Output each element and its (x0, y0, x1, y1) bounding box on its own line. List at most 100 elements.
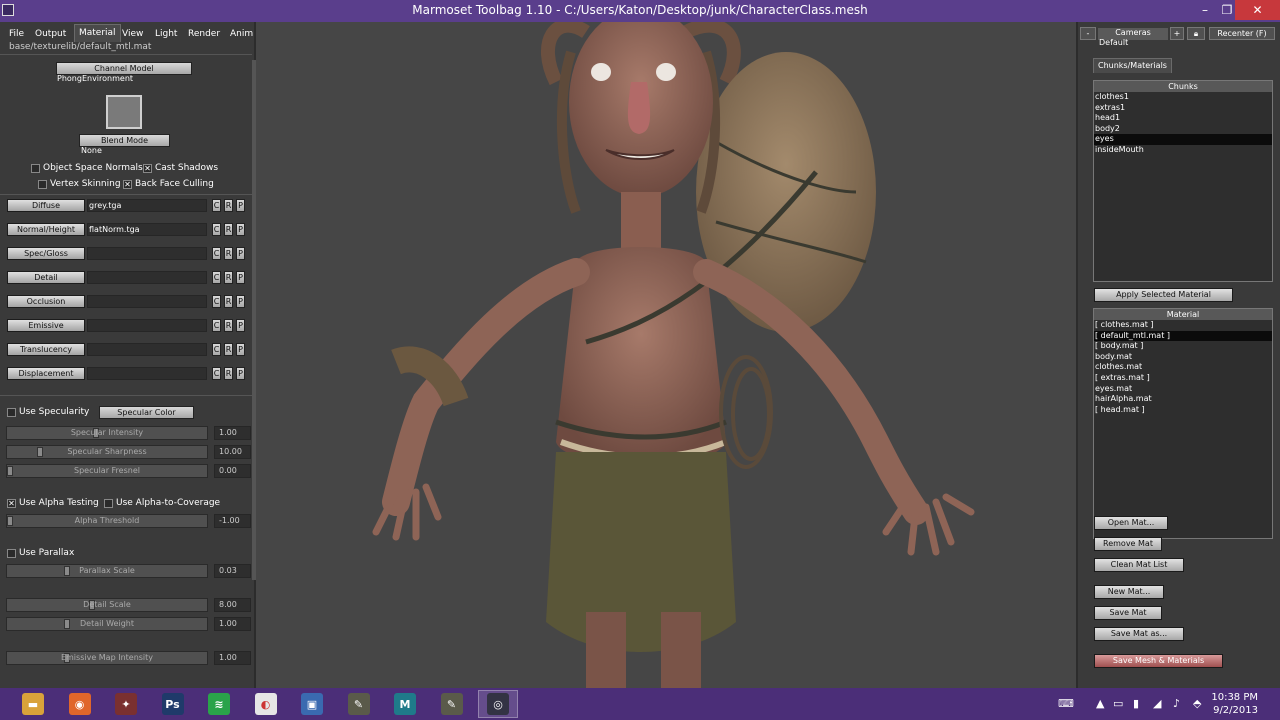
object-space-normals-checkbox[interactable]: Object Space Normals (31, 162, 143, 174)
material-item[interactable]: eyes.mat (1094, 384, 1272, 395)
chunk-item[interactable]: eyes (1094, 134, 1272, 145)
apply-selected-material-button[interactable]: Apply Selected Material (1094, 288, 1233, 302)
spec-gloss-r-button[interactable]: R (224, 247, 233, 260)
material-preview-swatch[interactable] (106, 95, 142, 129)
displacement-p-button[interactable]: P (236, 367, 245, 380)
diffuse-slot-button[interactable]: Diffuse (7, 199, 85, 212)
translucency-r-button[interactable]: R (224, 343, 233, 356)
slider-thumb[interactable] (7, 466, 13, 476)
diffuse-p-button[interactable]: P (236, 199, 245, 212)
emissive-p-button[interactable]: P (236, 319, 245, 332)
menu-anim[interactable]: Anim (230, 26, 253, 42)
detail-texture-field[interactable] (87, 271, 207, 284)
use-parallax-checkbox[interactable]: Use Parallax (7, 547, 74, 559)
camera-prev-button[interactable]: - (1080, 27, 1096, 40)
emissive-map-intensity-value[interactable]: 1.00 (214, 651, 251, 665)
dropbox-icon[interactable]: ⬘ (1193, 697, 1201, 710)
taskbar-remote-desktop[interactable]: ▣ (292, 690, 332, 718)
specular-sharpness-value[interactable]: 10.00 (214, 445, 251, 459)
chunk-item[interactable]: clothes1 (1094, 92, 1272, 103)
translucency-c-button[interactable]: C (212, 343, 221, 356)
spec-gloss-texture-field[interactable] (87, 247, 207, 260)
material-item[interactable]: clothes.mat (1094, 362, 1272, 373)
network-icon[interactable]: ◢ (1153, 697, 1161, 710)
specular-color-button[interactable]: Specular Color (99, 406, 194, 419)
chunk-item[interactable]: body2 (1094, 124, 1272, 135)
specular-fresnel-value[interactable]: 0.00 (214, 464, 251, 478)
back-face-culling-checkbox[interactable]: ✕ Back Face Culling (123, 178, 214, 190)
emissive-r-button[interactable]: R (224, 319, 233, 332)
emissive-texture-field[interactable] (87, 319, 207, 332)
use-alpha-to-coverage-checkbox[interactable]: Use Alpha-to-Coverage (104, 497, 220, 509)
normal-height-p-button[interactable]: P (236, 223, 245, 236)
spec-gloss-c-button[interactable]: C (212, 247, 221, 260)
menu-render[interactable]: Render (188, 26, 220, 42)
tab-chunks-materials[interactable]: Chunks/Materials (1093, 58, 1172, 73)
taskbar-marmoset-toolbag[interactable]: ◎ (478, 690, 518, 718)
taskbar-maya[interactable]: M (385, 690, 425, 718)
3d-viewport[interactable] (256, 22, 1076, 688)
displacement-slot-button[interactable]: Displacement (7, 367, 85, 380)
diffuse-c-button[interactable]: C (212, 199, 221, 212)
menu-light[interactable]: Light (155, 26, 177, 42)
slider-thumb[interactable] (64, 619, 70, 629)
specular-intensity-slider[interactable]: Specular Intensity (6, 426, 208, 440)
translucency-texture-field[interactable] (87, 343, 207, 356)
use-alpha-testing-checkbox[interactable]: ✕ Use Alpha Testing (7, 497, 99, 509)
displacement-texture-field[interactable] (87, 367, 207, 380)
taskbar-photoshop[interactable]: Ps (153, 690, 193, 718)
panel-scrollbar[interactable] (252, 60, 256, 580)
taskbar-settings[interactable]: ✦ (106, 690, 146, 718)
normal-height-r-button[interactable]: R (224, 223, 233, 236)
spec-gloss-p-button[interactable]: P (236, 247, 245, 260)
normal-height-slot-button[interactable]: Normal/Height (7, 223, 85, 236)
normal-height-texture-field[interactable]: flatNorm.tga (87, 223, 207, 236)
emissive-slot-button[interactable]: Emissive (7, 319, 85, 332)
tray-arrow-icon[interactable]: ▲ (1096, 697, 1104, 710)
taskbar-firefox[interactable]: ◉ (60, 690, 100, 718)
parallax-scale-value[interactable]: 0.03 (214, 564, 251, 578)
close-button[interactable]: ✕ (1235, 0, 1280, 20)
menu-material[interactable]: Material (74, 24, 121, 42)
chunk-item[interactable]: extras1 (1094, 103, 1272, 114)
alpha-threshold-slider[interactable]: Alpha Threshold (6, 514, 208, 528)
lock-icon[interactable]: 🔒︎ (1187, 27, 1205, 40)
specular-sharpness-slider[interactable]: Specular Sharpness (6, 445, 208, 459)
taskbar-chrome[interactable]: ◐ (246, 690, 286, 718)
detail-p-button[interactable]: P (236, 271, 245, 284)
tray-window-icon[interactable]: ▭ (1113, 697, 1123, 710)
detail-slot-button[interactable]: Detail (7, 271, 85, 284)
translucency-slot-button[interactable]: Translucency (7, 343, 85, 356)
material-item[interactable]: [ clothes.mat ] (1094, 320, 1272, 331)
material-item[interactable]: hairAlpha.mat (1094, 394, 1272, 405)
diffuse-r-button[interactable]: R (224, 199, 233, 212)
chunk-item[interactable]: head1 (1094, 113, 1272, 124)
cast-shadows-checkbox[interactable]: ✕ Cast Shadows (143, 162, 218, 174)
specular-fresnel-slider[interactable]: Specular Fresnel (6, 464, 208, 478)
displacement-r-button[interactable]: R (224, 367, 233, 380)
save-mesh-materials-button[interactable]: Save Mesh & Materials (1094, 654, 1223, 668)
save-mat-button[interactable]: Save Mat (1094, 606, 1162, 620)
menu-view[interactable]: View (122, 26, 143, 42)
translucency-p-button[interactable]: P (236, 343, 245, 356)
vertex-skinning-checkbox[interactable]: Vertex Skinning (38, 178, 121, 190)
remove-mat-button[interactable]: Remove Mat (1094, 537, 1162, 551)
material-item[interactable]: body.mat (1094, 352, 1272, 363)
alpha-threshold-value[interactable]: -1.00 (214, 514, 251, 528)
specular-intensity-value[interactable]: 1.00 (214, 426, 251, 440)
clock[interactable]: 10:38 PM 9/2/2013 (1211, 691, 1258, 717)
menu-file[interactable]: File (9, 26, 24, 42)
save-mat-as-button[interactable]: Save Mat as... (1094, 627, 1184, 641)
normal-height-c-button[interactable]: C (212, 223, 221, 236)
taskbar-file-explorer[interactable]: ▬ (13, 690, 53, 718)
recenter-button[interactable]: Recenter (F) (1209, 27, 1275, 40)
taskbar-tool[interactable]: ✎ (339, 690, 379, 718)
menu-output[interactable]: Output (35, 26, 66, 42)
occlusion-r-button[interactable]: R (224, 295, 233, 308)
detail-scale-slider[interactable]: Detail Scale (6, 598, 208, 612)
emissive-map-intensity-slider[interactable]: Emissive Map Intensity (6, 651, 208, 665)
occlusion-c-button[interactable]: C (212, 295, 221, 308)
slider-thumb[interactable] (7, 516, 13, 526)
keyboard-icon[interactable]: ⌨ (1058, 697, 1074, 710)
material-item[interactable]: [ default_mtl.mat ] (1094, 330, 1272, 342)
